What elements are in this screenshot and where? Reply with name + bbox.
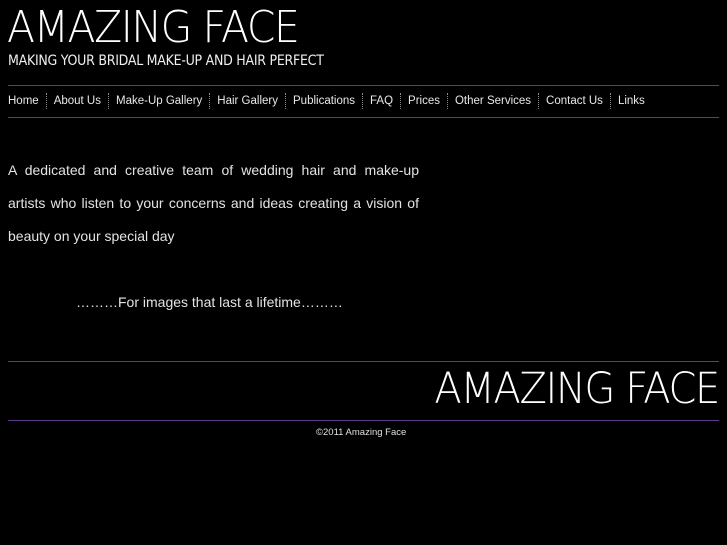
- main-navigation: Home About Us Make-Up Gallery Hair Galle…: [0, 89, 652, 113]
- nav-other-services[interactable]: Other Services: [448, 89, 538, 113]
- footer-top-divider: [8, 361, 719, 362]
- nav-prices[interactable]: Prices: [401, 89, 447, 113]
- slogan-text: ………For images that last a lifetime………: [76, 294, 343, 310]
- copyright-text: ©2011 Amazing Face: [316, 427, 407, 438]
- nav-about-us[interactable]: About Us: [47, 89, 108, 113]
- nav-publications[interactable]: Publications: [286, 89, 362, 113]
- nav-home[interactable]: Home: [0, 89, 46, 113]
- footer-bottom-divider: [8, 420, 719, 421]
- nav-top-divider: [8, 85, 719, 86]
- footer-logo: AMAZING FACE: [434, 364, 721, 414]
- nav-faq[interactable]: FAQ: [363, 89, 400, 113]
- intro-paragraph: A dedicated and creative team of wedding…: [8, 162, 419, 244]
- site-logo-title: AMAZING FACE: [7, 2, 300, 53]
- nav-make-up-gallery[interactable]: Make-Up Gallery: [109, 89, 209, 113]
- nav-bottom-divider: [8, 117, 719, 118]
- nav-contact-us[interactable]: Contact Us: [539, 89, 610, 113]
- site-tagline: MAKING YOUR BRIDAL MAKE-UP AND HAIR PERF…: [8, 53, 324, 69]
- nav-links[interactable]: Links: [611, 89, 652, 113]
- nav-hair-gallery[interactable]: Hair Gallery: [210, 89, 285, 113]
